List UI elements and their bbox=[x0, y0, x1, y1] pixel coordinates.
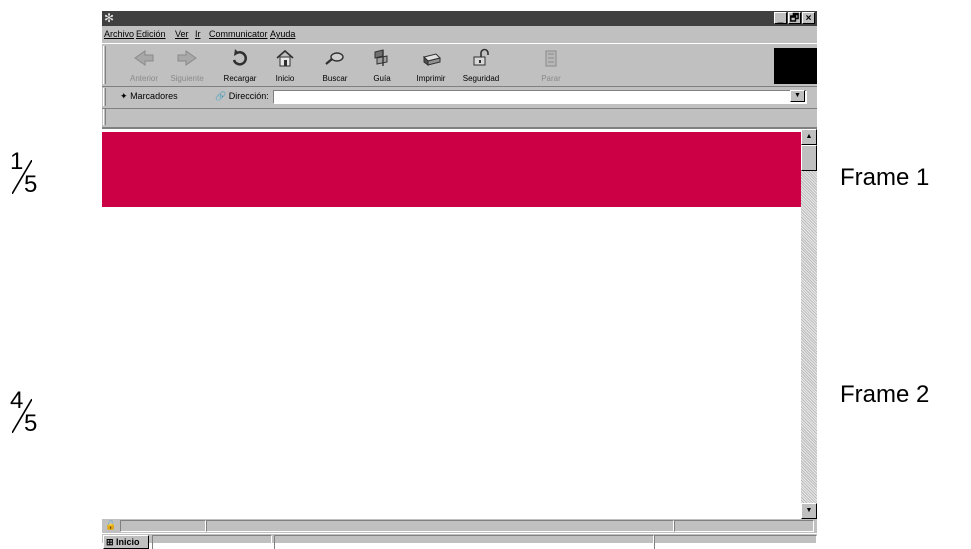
frame2-label: Frame 2 bbox=[840, 381, 930, 408]
menu-bar: Archivo Edición Ver Ir Communicator Ayud… bbox=[102, 26, 817, 42]
print-button[interactable]: Imprimir bbox=[407, 46, 455, 86]
security-lock-icon[interactable]: 🔓 bbox=[105, 520, 116, 531]
minimize-button[interactable]: _ bbox=[774, 12, 787, 24]
search-button[interactable]: Buscar bbox=[311, 46, 359, 86]
fraction-denominator: 5 bbox=[24, 171, 38, 198]
printer-icon bbox=[423, 53, 441, 66]
vertical-scrollbar[interactable]: ▲ ▼ bbox=[801, 129, 817, 519]
toolbar-label: Seguridad bbox=[462, 74, 500, 83]
stop-icon bbox=[545, 50, 557, 67]
status-segment bbox=[120, 520, 206, 532]
location-toolbar: ✦ Marcadores 🔗 Dirección: ▼ bbox=[102, 88, 817, 108]
bookmarks-label: Marcadores bbox=[130, 91, 178, 101]
frame1-label: Frame 1 bbox=[840, 164, 930, 191]
fraction-denominator: 5 bbox=[24, 410, 38, 437]
toolbar-label: Guía bbox=[373, 74, 391, 83]
home-icon bbox=[276, 49, 294, 67]
toolbar-grip[interactable] bbox=[103, 88, 106, 106]
chevron-down-icon: ▼ bbox=[805, 507, 813, 514]
menu-ir[interactable]: Ir bbox=[195, 29, 201, 39]
toolbar-grip[interactable] bbox=[103, 46, 106, 84]
personal-toolbar bbox=[102, 108, 817, 125]
bookmarks-button[interactable]: ✦ Marcadores bbox=[120, 91, 178, 102]
start-button[interactable]: ⊞ Inicio bbox=[103, 535, 149, 549]
scroll-down-button[interactable]: ▼ bbox=[801, 503, 817, 519]
back-button[interactable]: Anterior bbox=[120, 46, 168, 86]
menu-ver[interactable]: Ver bbox=[175, 29, 189, 39]
lock-icon bbox=[473, 48, 489, 66]
toolbar-label: Parar bbox=[541, 74, 561, 83]
back-arrow-icon bbox=[134, 50, 154, 66]
chevron-up-icon: ▲ bbox=[805, 133, 813, 140]
bookmarks-icon: ✦ bbox=[120, 91, 128, 101]
toolbar-label: Buscar bbox=[322, 74, 348, 83]
start-label: Inicio bbox=[116, 537, 140, 547]
guide-button[interactable]: Guía bbox=[358, 46, 406, 86]
status-bar: 🔓 bbox=[102, 519, 817, 533]
frame-1 bbox=[102, 132, 801, 207]
scroll-thumb[interactable] bbox=[801, 145, 817, 171]
security-button[interactable]: Seguridad bbox=[457, 46, 505, 86]
title-bar: ✻ _ 🗗 × bbox=[102, 11, 817, 26]
status-message bbox=[206, 520, 674, 532]
address-label-text: Dirección: bbox=[228, 91, 269, 101]
menu-communicator[interactable]: Communicator bbox=[209, 29, 268, 39]
close-button[interactable]: × bbox=[802, 12, 815, 24]
status-progress bbox=[674, 520, 814, 532]
toolbar-label: Siguiente bbox=[170, 74, 204, 83]
toolbar-label: Inicio bbox=[275, 74, 295, 83]
forward-arrow-icon bbox=[177, 50, 197, 66]
guide-icon bbox=[374, 49, 388, 66]
toolbar-label: Recargar bbox=[223, 74, 257, 83]
stop-button[interactable]: Parar bbox=[527, 46, 575, 86]
address-input[interactable] bbox=[273, 90, 807, 104]
menu-archivo[interactable]: Archivo bbox=[104, 29, 134, 39]
toolbar-label: Imprimir bbox=[416, 74, 446, 83]
forward-button[interactable]: Siguiente bbox=[163, 46, 211, 86]
taskbar-slot bbox=[152, 535, 272, 549]
address-label: 🔗 Dirección: bbox=[215, 91, 269, 102]
system-tray bbox=[654, 535, 817, 549]
page-content-area: ▲ ▼ bbox=[102, 127, 817, 519]
menu-edicion[interactable]: Edición bbox=[136, 29, 166, 39]
reload-icon bbox=[232, 49, 247, 66]
home-button[interactable]: Inicio bbox=[261, 46, 309, 86]
taskbar: ⊞ Inicio bbox=[102, 533, 817, 549]
reload-button[interactable]: Recargar bbox=[216, 46, 264, 86]
toolbar-grip[interactable] bbox=[103, 109, 106, 125]
navigation-toolbar: Anterior Siguiente Recargar Inicio Busca… bbox=[102, 43, 817, 87]
search-icon bbox=[325, 52, 344, 65]
frame1-fraction: 1 5 bbox=[10, 150, 50, 204]
maximize-button[interactable]: 🗗 bbox=[788, 12, 801, 24]
taskbar-slot bbox=[274, 535, 654, 549]
toolbar-label: Anterior bbox=[129, 74, 158, 83]
menu-ayuda[interactable]: Ayuda bbox=[270, 29, 295, 39]
browser-window: ✻ _ 🗗 × Archivo Edición Ver Ir Communica… bbox=[102, 11, 817, 549]
netscape-throbber[interactable] bbox=[774, 48, 817, 84]
chevron-down-icon: ▼ bbox=[794, 92, 801, 99]
app-logo-icon[interactable]: ✻ bbox=[104, 12, 117, 25]
scroll-up-button[interactable]: ▲ bbox=[801, 129, 817, 145]
page-proxy-icon[interactable]: 🔗 bbox=[215, 91, 226, 101]
address-dropdown-button[interactable]: ▼ bbox=[790, 90, 805, 102]
frame2-fraction: 4 5 bbox=[10, 389, 50, 443]
